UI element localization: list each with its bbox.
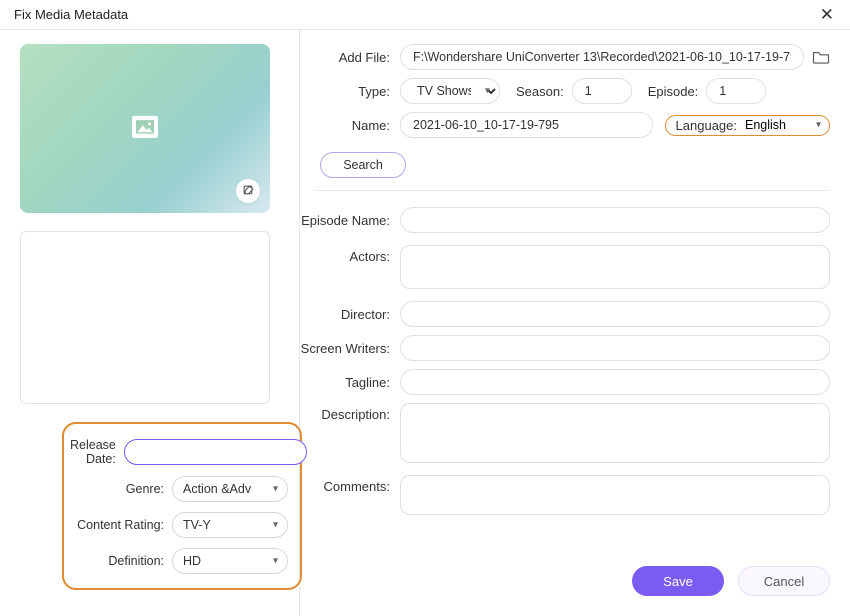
description-label: Description:	[300, 403, 400, 422]
divider	[314, 190, 830, 191]
episode-label: Episode:	[648, 84, 699, 99]
release-date-label: Release Date:	[70, 438, 124, 466]
actors-input[interactable]	[400, 245, 830, 289]
cancel-button[interactable]: Cancel	[738, 566, 830, 596]
season-input[interactable]	[572, 78, 632, 104]
footer: Save Cancel	[300, 562, 830, 602]
screen-writers-input[interactable]	[400, 335, 830, 361]
close-icon[interactable]: ✕	[816, 5, 838, 25]
director-input[interactable]	[400, 301, 830, 327]
edit-thumbnail-button[interactable]	[236, 179, 260, 203]
tagline-input[interactable]	[400, 369, 830, 395]
episode-name-label: Episode Name:	[300, 213, 400, 228]
media-thumbnail	[20, 44, 270, 213]
type-label: Type:	[300, 84, 400, 99]
description-input[interactable]	[400, 403, 830, 463]
comments-input[interactable]	[400, 475, 830, 515]
genre-label: Genre:	[70, 482, 172, 496]
search-button[interactable]: Search	[320, 152, 406, 178]
definition-label: Definition:	[70, 554, 172, 568]
image-placeholder-icon	[132, 116, 158, 138]
episode-name-input[interactable]	[400, 207, 830, 233]
right-column: Add File: Type: TV Shows Season: Episode…	[300, 30, 850, 616]
genre-select[interactable]: Action &Adv	[172, 476, 288, 502]
metadata-group: Release Date: Genre: Action &Adv Content…	[62, 422, 302, 590]
add-file-label: Add File:	[300, 50, 400, 65]
language-group: Language: English	[665, 115, 830, 136]
comments-label: Comments:	[300, 475, 400, 494]
titlebar: Fix Media Metadata ✕	[0, 0, 850, 30]
screen-writers-label: Screen Writers:	[300, 341, 400, 356]
tagline-label: Tagline:	[300, 375, 400, 390]
window-title: Fix Media Metadata	[14, 7, 128, 22]
form-area: Add File: Type: TV Shows Season: Episode…	[300, 44, 830, 562]
name-label: Name:	[300, 118, 400, 133]
content: Release Date: Genre: Action &Adv Content…	[0, 30, 850, 616]
actors-label: Actors:	[300, 245, 400, 264]
content-rating-label: Content Rating:	[70, 518, 172, 532]
episode-input[interactable]	[706, 78, 766, 104]
secondary-panel	[20, 231, 270, 404]
language-label: Language:	[676, 118, 737, 133]
left-column: Release Date: Genre: Action &Adv Content…	[0, 30, 300, 616]
add-file-input[interactable]	[400, 44, 804, 70]
release-date-input[interactable]	[124, 439, 307, 465]
language-select[interactable]: English	[745, 118, 825, 132]
name-input[interactable]	[400, 112, 653, 138]
season-label: Season:	[516, 84, 564, 99]
director-label: Director:	[300, 307, 400, 322]
save-button[interactable]: Save	[632, 566, 724, 596]
definition-select[interactable]: HD	[172, 548, 288, 574]
folder-icon[interactable]	[812, 49, 830, 65]
type-select[interactable]: TV Shows	[400, 78, 500, 104]
content-rating-select[interactable]: TV-Y	[172, 512, 288, 538]
